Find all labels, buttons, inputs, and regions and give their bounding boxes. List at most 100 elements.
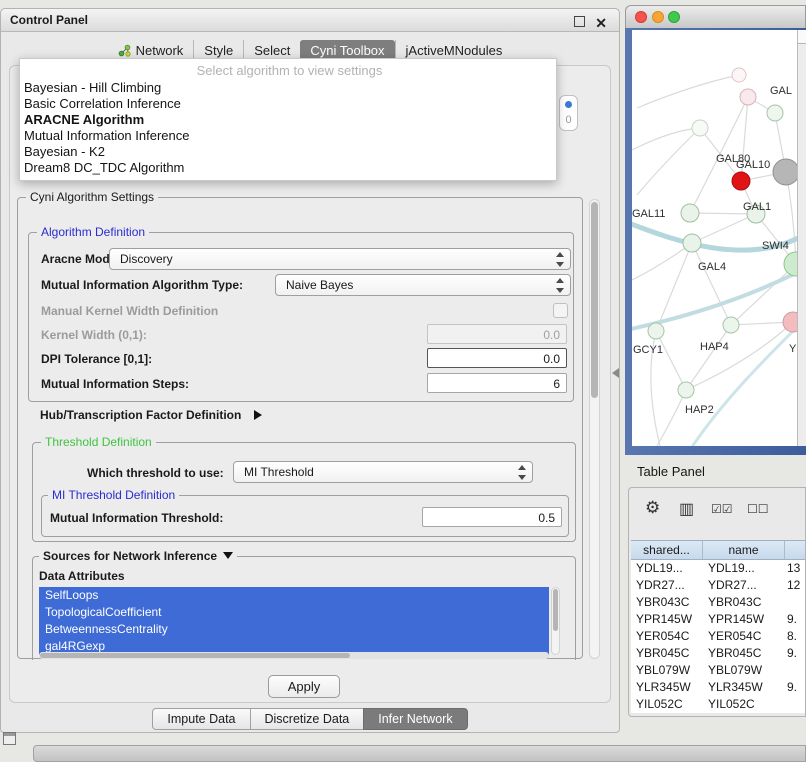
restore-panel-icon[interactable] bbox=[3, 732, 16, 745]
sources-expander[interactable]: Sources for Network Inference bbox=[39, 549, 237, 563]
node-large-gray[interactable] bbox=[773, 159, 797, 185]
network-vertical-scrollbar[interactable] bbox=[797, 30, 806, 446]
dropdown-option[interactable]: Mutual Information Inference bbox=[23, 128, 556, 144]
table-row[interactable]: YBR045CYBR045C9. bbox=[631, 645, 806, 662]
dropdown-option[interactable]: Bayesian - K2 bbox=[23, 144, 556, 160]
node-label[interactable]: Y bbox=[789, 343, 797, 355]
hub-definition-expander[interactable]: Hub/Transcription Factor Definition bbox=[40, 406, 262, 424]
node-label[interactable]: HAP2 bbox=[685, 404, 714, 416]
scrollbar-thumb[interactable] bbox=[591, 202, 598, 398]
network-node[interactable] bbox=[732, 68, 746, 82]
network-node[interactable] bbox=[740, 89, 756, 105]
node-label[interactable]: SWI4 bbox=[762, 240, 789, 252]
network-window-frame: GAL GAL80 GAL10 GAL11 GAL1 SWI4 GAL4 GCY… bbox=[625, 28, 806, 455]
attributes-vertical-scrollbar[interactable] bbox=[551, 587, 560, 655]
node-label[interactable]: GAL10 bbox=[736, 159, 770, 171]
mi-steps-label: Mutual Information Steps: bbox=[41, 377, 189, 391]
table-row[interactable]: YBR043CYBR043C bbox=[631, 594, 806, 611]
dpi-tolerance-input[interactable]: 0.0 bbox=[427, 348, 567, 368]
table-row[interactable]: YDR27...YDR27...12 bbox=[631, 577, 806, 594]
dropdown-prompt: Select algorithm to view settings bbox=[23, 62, 556, 80]
mi-steps-input[interactable]: 6 bbox=[427, 373, 567, 393]
scrollbar-thumb[interactable] bbox=[40, 653, 350, 658]
column-header[interactable]: name bbox=[703, 541, 785, 559]
network-canvas[interactable]: GAL GAL80 GAL10 GAL11 GAL1 SWI4 GAL4 GCY… bbox=[632, 30, 797, 446]
network-node[interactable] bbox=[692, 120, 708, 136]
tab-label: Style bbox=[204, 43, 233, 58]
sources-title: Sources for Network Inference bbox=[43, 549, 217, 563]
kernel-width-input[interactable]: 0.0 bbox=[427, 324, 567, 344]
splitter-collapse-arrow[interactable] bbox=[612, 368, 619, 378]
which-threshold-select[interactable]: MI Threshold bbox=[233, 461, 533, 483]
dropdown-option[interactable]: Bayesian - Hill Climbing bbox=[23, 80, 556, 96]
collapsed-panel-bar[interactable] bbox=[33, 745, 806, 762]
tab-discretize-data[interactable]: Discretize Data bbox=[250, 708, 365, 730]
table-row[interactable]: YER054CYER054C8. bbox=[631, 628, 806, 645]
data-attributes-label: Data Attributes bbox=[39, 569, 125, 583]
list-item[interactable]: BetweennessCentrality bbox=[39, 621, 549, 638]
expander-collapsed-icon bbox=[254, 410, 262, 420]
dpi-tolerance-label: DPI Tolerance [0,1]: bbox=[41, 352, 152, 366]
node-gal11[interactable] bbox=[681, 204, 699, 222]
gear-icon[interactable]: ⚙ bbox=[645, 498, 660, 518]
control-panel-titlebar[interactable]: Control Panel ✕ bbox=[1, 9, 619, 32]
tab-impute-data[interactable]: Impute Data bbox=[152, 708, 250, 730]
mi-threshold-group-title: MI Threshold Definition bbox=[48, 488, 179, 502]
node-gal[interactable] bbox=[767, 105, 783, 121]
partially-hidden-spinner[interactable]: 0 bbox=[559, 95, 578, 131]
node-swi4-green[interactable] bbox=[784, 252, 797, 276]
network-window-titlebar[interactable] bbox=[625, 5, 806, 28]
apply-button[interactable]: Apply bbox=[268, 675, 340, 698]
algorithm-definition-title: Algorithm Definition bbox=[37, 225, 149, 239]
node-label[interactable]: GAL bbox=[770, 85, 792, 97]
minimize-button[interactable] bbox=[652, 11, 664, 23]
table-row[interactable]: YIL052CYIL052C bbox=[631, 696, 806, 713]
node-gal10-red[interactable] bbox=[732, 172, 750, 190]
algorithm-dropdown-popup: Select algorithm to view settings Bayesi… bbox=[19, 58, 557, 181]
node-hap4[interactable] bbox=[723, 317, 739, 333]
scrollbar-thumb[interactable] bbox=[553, 589, 558, 631]
table-row[interactable]: YPR145WYPR145W9. bbox=[631, 611, 806, 628]
table-row[interactable]: YLR345WYLR345W9. bbox=[631, 679, 806, 696]
bottom-tabs: Impute Data Discretize Data Infer Networ… bbox=[1, 708, 619, 730]
column-header[interactable]: shared... bbox=[631, 541, 703, 559]
table-header: shared... name bbox=[631, 540, 806, 560]
which-threshold-label: Which threshold to use: bbox=[87, 466, 224, 480]
float-window-icon[interactable] bbox=[574, 16, 585, 27]
node-label[interactable]: GAL4 bbox=[698, 261, 726, 273]
table-row[interactable]: YDL19...YDL19...13 bbox=[631, 560, 806, 577]
manual-kernel-checkbox[interactable] bbox=[553, 303, 568, 318]
dropdown-option[interactable]: Basic Correlation Inference bbox=[23, 96, 556, 112]
node-label[interactable]: HAP4 bbox=[700, 341, 729, 353]
zoom-button[interactable] bbox=[668, 11, 680, 23]
scrollbar-button[interactable] bbox=[798, 30, 806, 44]
node-label[interactable]: GAL11 bbox=[632, 208, 665, 220]
columns-icon[interactable]: ▥ bbox=[679, 499, 694, 519]
node-label[interactable]: GAL1 bbox=[743, 201, 771, 213]
node-label[interactable]: GCY1 bbox=[633, 344, 663, 356]
settings-vertical-scrollbar[interactable] bbox=[589, 199, 600, 659]
select-all-icon[interactable]: ☑☑ bbox=[711, 502, 733, 516]
mi-algorithm-type-value: Naive Bayes bbox=[286, 278, 353, 292]
tab-label: Select bbox=[254, 43, 290, 58]
list-item[interactable]: TopologicalCoefficient bbox=[39, 604, 549, 621]
dropdown-option[interactable]: Dream8 DC_TDC Algorithm bbox=[23, 160, 556, 176]
close-icon[interactable]: ✕ bbox=[595, 12, 607, 35]
mi-algorithm-type-select[interactable]: Naive Bayes bbox=[275, 274, 571, 296]
settings-group-title: Cyni Algorithm Settings bbox=[26, 190, 158, 204]
mi-threshold-input[interactable]: 0.5 bbox=[422, 507, 562, 527]
mi-algorithm-type-label: Mutual Information Algorithm Type: bbox=[41, 278, 243, 292]
deselect-all-icon[interactable]: ☐☐ bbox=[747, 502, 769, 516]
close-button[interactable] bbox=[635, 11, 647, 23]
node-gal4[interactable] bbox=[683, 234, 701, 252]
dropdown-option-selected[interactable]: ARACNE Algorithm bbox=[23, 112, 556, 128]
attributes-horizontal-scrollbar[interactable] bbox=[39, 652, 549, 659]
tab-infer-network[interactable]: Infer Network bbox=[363, 708, 467, 730]
aracne-mode-value: Discovery bbox=[120, 252, 173, 266]
aracne-mode-select[interactable]: Discovery bbox=[109, 248, 571, 270]
node-gcy1[interactable] bbox=[648, 323, 664, 339]
list-item[interactable]: SelfLoops bbox=[39, 587, 549, 604]
node-hap2[interactable] bbox=[678, 382, 694, 398]
column-header[interactable] bbox=[785, 541, 806, 559]
table-row[interactable]: YBL079WYBL079W bbox=[631, 662, 806, 679]
